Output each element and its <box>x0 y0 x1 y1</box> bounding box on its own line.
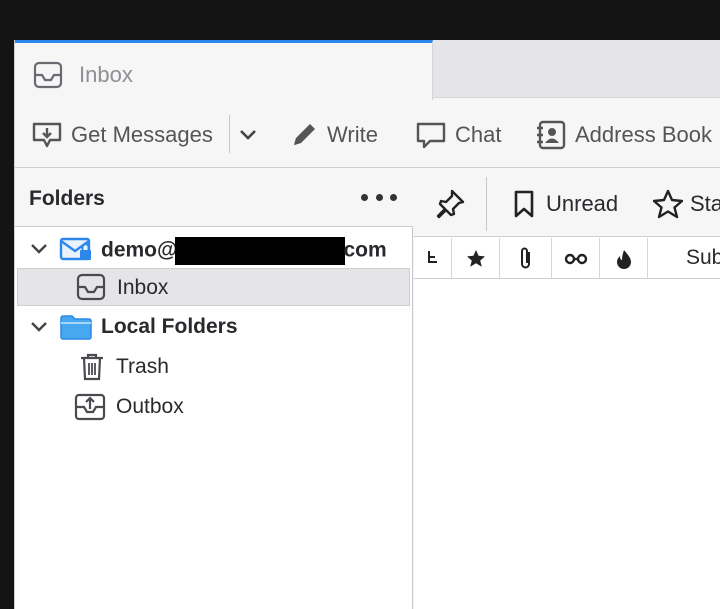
redaction-bar <box>175 237 346 265</box>
chat-button[interactable]: Chat <box>415 118 501 152</box>
starred-filter-button[interactable]: Sta <box>652 187 720 221</box>
toolbar-separator <box>486 177 487 231</box>
folder-item-inbox[interactable]: Inbox <box>17 268 410 306</box>
account-row[interactable]: demo@ com <box>15 230 411 268</box>
dot <box>390 193 397 201</box>
folder-pane-menu-button[interactable] <box>361 185 397 209</box>
star-icon <box>652 189 684 219</box>
folder-item-trash[interactable]: Trash <box>15 348 411 386</box>
folder-label: Inbox <box>117 276 169 299</box>
tab-strip: Inbox <box>15 40 720 100</box>
folder-label: Outbox <box>116 395 184 418</box>
column-attachment[interactable] <box>500 238 552 279</box>
sticky-filter-button[interactable] <box>434 187 466 221</box>
write-button[interactable]: Write <box>289 118 378 152</box>
dot <box>375 193 383 201</box>
thread-column-header: Sub <box>414 238 720 279</box>
thread-icon <box>427 250 437 263</box>
chevron-down-icon[interactable] <box>29 319 49 335</box>
address-book-label: Address Book <box>575 122 712 147</box>
get-messages-icon <box>32 122 62 148</box>
dot <box>361 193 368 201</box>
local-folders-label: Local Folders <box>101 315 238 338</box>
inbox-icon <box>76 273 106 301</box>
chevron-down-icon[interactable] <box>29 241 49 257</box>
account-name-suffix: com <box>343 238 387 262</box>
unread-label: Unread <box>546 191 619 216</box>
mail-account-icon <box>59 237 91 261</box>
write-label: Write <box>327 122 378 147</box>
get-messages-label: Get Messages <box>71 122 213 147</box>
chat-icon <box>416 122 446 149</box>
address-book-icon <box>537 120 566 150</box>
unread-filter-button[interactable]: Unread <box>512 187 618 221</box>
glasses-icon <box>564 253 587 264</box>
chevron-down-icon <box>240 130 256 140</box>
toolbar-separator <box>229 115 230 153</box>
folder-pane-title: Folders <box>29 187 105 210</box>
column-junk-status[interactable] <box>600 238 648 279</box>
bookmark-icon <box>514 190 534 218</box>
column-subject[interactable]: Sub <box>686 246 720 270</box>
tab-label: Inbox <box>79 62 133 87</box>
quick-filter-bar: Unread Sta <box>414 169 720 237</box>
inbox-icon <box>33 61 63 89</box>
paperclip-icon <box>520 247 530 268</box>
address-book-button[interactable]: Address Book <box>535 118 712 152</box>
column-read-status[interactable] <box>552 238 600 279</box>
account-label: demo@ com <box>101 237 387 265</box>
star-icon <box>466 249 485 267</box>
flame-icon <box>616 249 631 269</box>
get-messages-dropdown[interactable] <box>237 118 259 152</box>
thread-pane: Unread Sta Sub <box>414 169 720 609</box>
folder-item-outbox[interactable]: Outbox <box>15 388 411 426</box>
account-name-prefix: demo@ <box>101 238 178 262</box>
trash-icon <box>81 353 103 381</box>
tab-strip-empty-area <box>433 40 720 98</box>
tab-inbox[interactable]: Inbox <box>15 40 433 100</box>
column-starred[interactable] <box>452 238 500 279</box>
outbox-icon <box>74 393 106 421</box>
folder-icon <box>60 315 92 340</box>
starred-label: Sta <box>690 191 720 216</box>
get-messages-button[interactable]: Get Messages <box>31 118 213 152</box>
thunderbird-window: Inbox Get Messages Write Chat Address Bo… <box>14 40 720 609</box>
local-folders-row[interactable]: Local Folders <box>15 308 411 346</box>
column-thread[interactable] <box>414 238 452 279</box>
folder-pane: Folders demo@ com Inbox Local Folders Tr… <box>15 169 413 609</box>
folder-label: Trash <box>116 355 169 378</box>
pencil-icon <box>294 124 315 145</box>
chat-label: Chat <box>455 122 502 147</box>
pin-icon <box>436 189 465 219</box>
main-toolbar: Get Messages Write Chat Address Book <box>15 100 720 168</box>
folder-pane-header: Folders <box>15 169 413 227</box>
